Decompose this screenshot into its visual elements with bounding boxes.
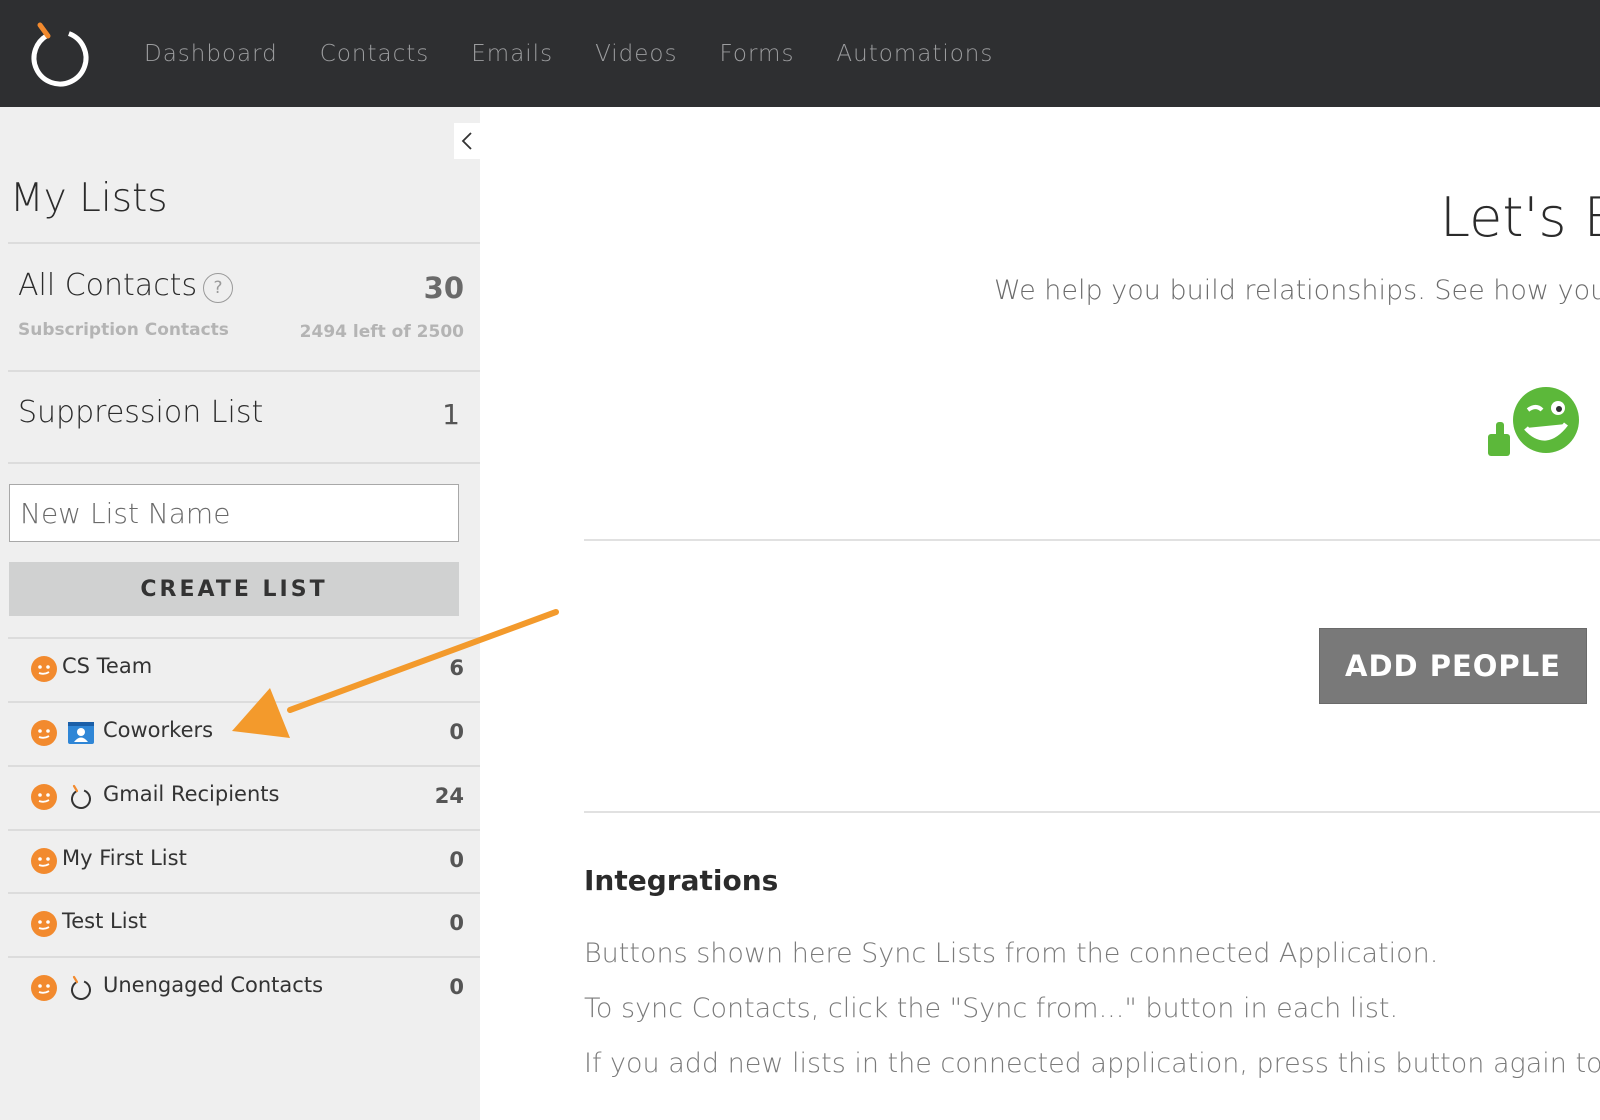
nav-forms[interactable]: Forms [720,41,795,67]
nav-contacts[interactable]: Contacts [320,41,429,67]
list-face-icon [31,975,57,1001]
list-face-icon [31,784,57,810]
list-item-count: 0 [449,720,464,744]
integrations-text: Buttons shown here Sync Lists from the c… [584,938,1439,969]
nav-emails[interactable]: Emails [471,41,553,67]
thumbs-up-mascot-icon [1488,387,1579,456]
list-item-count: 0 [449,911,464,935]
all-contacts-count: 30 [423,271,464,305]
divider [8,370,480,372]
divider [8,462,480,464]
app-logo-icon [71,784,91,809]
list-item[interactable]: My First List 0 [8,830,480,892]
integrations-text: To sync Contacts, click the "Sync from..… [584,993,1399,1024]
list-item[interactable]: Test List 0 [8,893,480,955]
page-subtitle: We help you build relationships. See how… [994,275,1600,306]
integrations-heading: Integrations [584,864,779,897]
nav-dashboard[interactable]: Dashboard [144,41,278,67]
list-face-icon [31,720,57,746]
divider [584,539,1600,541]
nav-videos[interactable]: Videos [595,41,677,67]
list-item-name: Coworkers [103,718,214,742]
nav-automations[interactable]: Automations [836,41,993,67]
new-list-name-input[interactable] [9,484,459,542]
integrations-text: If you add new lists in the connected ap… [584,1048,1600,1079]
subscription-contacts-label: Subscription Contacts [18,320,229,340]
chevron-left-icon [461,132,472,150]
list-item-name: Test List [62,909,147,933]
list-item[interactable]: Coworkers 0 [8,702,480,764]
list-item[interactable]: Gmail Recipients 24 [8,766,480,828]
list-item-name: My First List [62,846,187,870]
top-navigation-bar: Dashboard Contacts Emails Videos Forms A… [0,0,1600,107]
list-item[interactable]: CS Team 6 [8,638,480,700]
list-face-icon [31,848,57,874]
sidebar-title: My Lists [10,176,168,221]
main-nav: Dashboard Contacts Emails Videos Forms A… [144,0,1035,107]
list-item-name: CS Team [62,654,153,678]
app-logo-icon [71,975,91,1000]
suppression-list-count: 1 [442,398,460,431]
page-title: Let's B [1440,186,1600,249]
list-item-count: 24 [434,784,464,808]
divider [584,811,1600,813]
subscription-remaining: 2494 left of 2500 [299,322,464,342]
contact-card-icon [68,722,94,744]
list-item-count: 6 [449,656,464,680]
list-item-name: Unengaged Contacts [103,973,324,997]
list-face-icon [31,911,57,937]
help-icon[interactable]: ? [203,273,233,303]
list-item-count: 0 [449,975,464,999]
collapse-sidebar-button[interactable] [454,123,480,159]
app-logo-icon[interactable] [28,18,92,90]
all-contacts-label[interactable]: All Contacts [18,268,197,303]
create-list-button[interactable]: CREATE LIST [9,562,459,616]
list-item-name: Gmail Recipients [103,782,280,806]
list-item[interactable]: Unengaged Contacts 0 [8,957,480,1019]
divider [8,242,480,244]
add-people-button[interactable]: ADD PEOPLE [1319,628,1587,704]
suppression-list-label[interactable]: Suppression List [18,395,263,430]
list-face-icon [31,656,57,682]
list-item-count: 0 [449,848,464,872]
